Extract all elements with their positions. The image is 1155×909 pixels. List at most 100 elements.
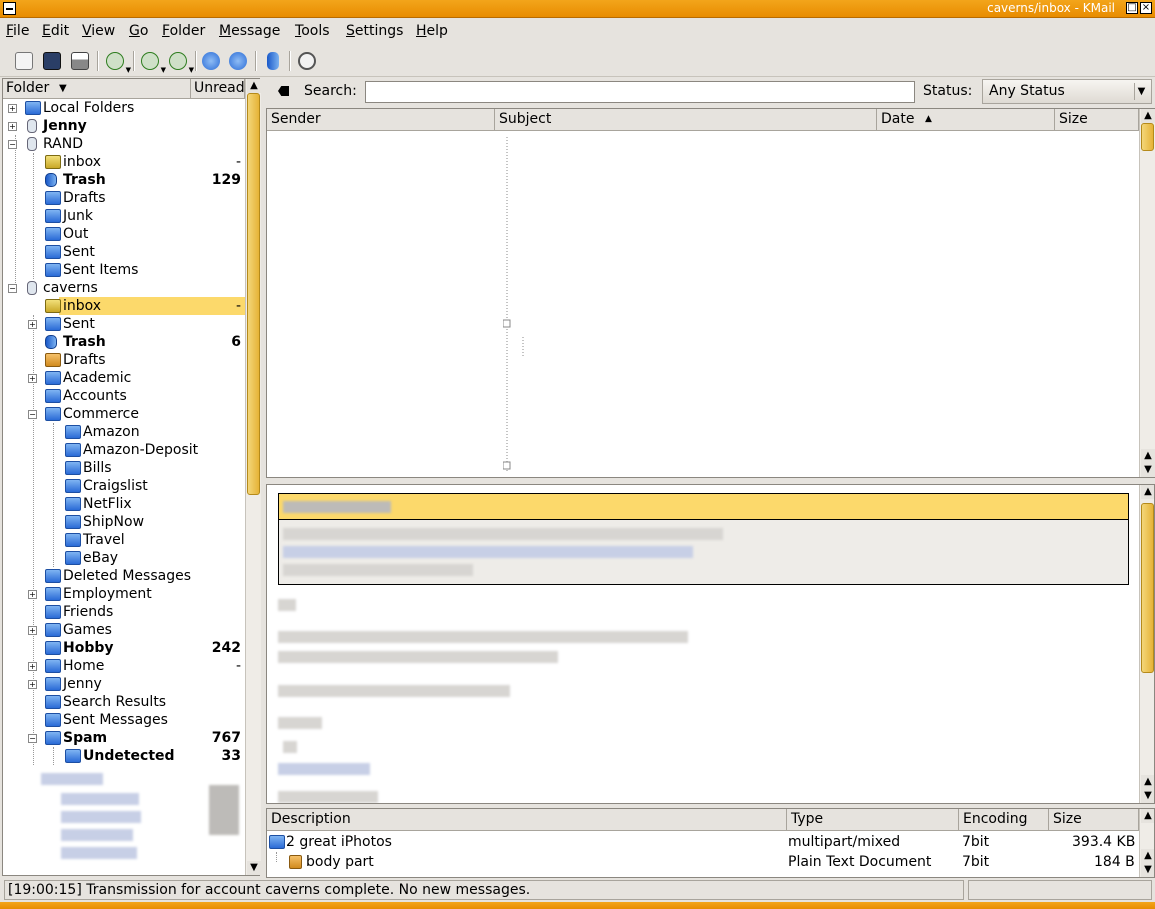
folder-item[interactable]: − RAND [3, 135, 245, 153]
folder-item[interactable]: Sent Items [3, 261, 245, 279]
folder-item[interactable]: Search Results [3, 693, 245, 711]
scroll-down-icon[interactable]: ▼ [1141, 863, 1154, 877]
folder-item[interactable]: Amazon [3, 423, 245, 441]
expand-icon[interactable]: + [28, 374, 37, 383]
collapse-icon[interactable]: − [28, 410, 37, 419]
menu-message[interactable]: Message [219, 23, 280, 39]
expand-icon[interactable]: + [28, 662, 37, 671]
subject-column-header[interactable]: Subject [495, 109, 877, 131]
folder-item[interactable]: Amazon-Deposit [3, 441, 245, 459]
folder-item[interactable]: Friends [3, 603, 245, 621]
reader-scrollbar[interactable]: ▲ ▲ ▼ [1139, 485, 1154, 803]
attachment-scrollbar[interactable]: ▲ ▲ ▼ [1139, 809, 1154, 877]
scroll-up-icon[interactable]: ▲ [1141, 449, 1155, 463]
scroll-up-icon[interactable]: ▲ [1141, 775, 1154, 789]
folder-item[interactable]: eBay [3, 549, 245, 567]
expand-icon[interactable]: + [28, 680, 37, 689]
folder-item[interactable]: Accounts [3, 387, 245, 405]
collapse-icon[interactable]: − [8, 284, 17, 293]
new-message-icon[interactable] [12, 49, 36, 73]
close-icon[interactable]: × [1140, 2, 1152, 14]
description-column-header[interactable]: Description [267, 809, 787, 831]
date-column-header[interactable]: Date ▲ [877, 109, 1055, 131]
unread-column-header[interactable]: Unread [191, 79, 245, 99]
scroll-up-icon[interactable]: ▲ [1141, 809, 1154, 823]
folder-item[interactable]: − Spam 767 [3, 729, 245, 747]
message-list-scrollbar[interactable]: ▲ ▲ ▼ [1139, 109, 1155, 477]
folder-item[interactable]: inbox - [3, 153, 245, 171]
collapse-icon[interactable]: − [8, 140, 17, 149]
folder-item[interactable]: Junk [3, 207, 245, 225]
status-filter-select[interactable]: Any Status ▼ [982, 79, 1152, 104]
next-icon[interactable] [226, 49, 250, 73]
reply-icon[interactable]: ▼ [138, 49, 166, 74]
collapse-icon[interactable]: − [28, 734, 37, 743]
scroll-up-icon[interactable]: ▲ [247, 79, 261, 93]
folder-item[interactable]: Out [3, 225, 245, 243]
folder-item[interactable]: − Commerce [3, 405, 245, 423]
expand-icon[interactable]: + [28, 590, 37, 599]
menu-tools[interactable]: Tools [295, 23, 330, 39]
folder-item[interactable]: − caverns [3, 279, 245, 297]
folder-scrollbar[interactable]: ▲ ▼ [245, 79, 261, 875]
folder-item[interactable]: Drafts [3, 189, 245, 207]
folder-item[interactable]: Hobby 242 [3, 639, 245, 657]
menu-folder[interactable]: Folder [162, 23, 205, 39]
menu-settings[interactable]: Settings [346, 23, 403, 39]
attachment-row[interactable]: 2 great iPhotos multipart/mixed 7bit 393… [267, 832, 1139, 852]
folder-item[interactable]: Trash 129 [3, 171, 245, 189]
folder-item[interactable]: + Jenny [3, 117, 245, 135]
menu-go[interactable]: Go [129, 23, 148, 39]
scroll-down-icon[interactable]: ▼ [1141, 789, 1154, 803]
trash-icon[interactable] [261, 49, 285, 73]
menu-view[interactable]: View [82, 23, 115, 39]
folder-item[interactable]: + Games [3, 621, 245, 639]
attachment-row[interactable]: body part Plain Text Document 7bit 184 B [267, 852, 1139, 872]
scroll-down-icon[interactable]: ▼ [247, 861, 261, 875]
attachment-size-column-header[interactable]: Size [1049, 809, 1139, 831]
expand-icon[interactable]: + [28, 626, 37, 635]
save-icon[interactable] [40, 49, 64, 73]
folder-item[interactable]: + Local Folders [3, 99, 245, 117]
clear-search-icon[interactable] [274, 84, 292, 98]
scroll-up-icon[interactable]: ▲ [1141, 849, 1154, 863]
size-column-header[interactable]: Size [1055, 109, 1139, 131]
scroll-thumb[interactable] [1141, 123, 1154, 151]
scroll-thumb[interactable] [247, 93, 260, 495]
search-input[interactable] [365, 81, 915, 103]
folder-item[interactable]: Deleted Messages [3, 567, 245, 585]
folder-item[interactable]: + Employment [3, 585, 245, 603]
menu-file[interactable]: File [6, 23, 29, 39]
folder-item[interactable]: Drafts [3, 351, 245, 369]
folder-item[interactable]: Trash 6 [3, 333, 245, 351]
forward-icon[interactable]: ▼ [166, 49, 194, 74]
sender-column-header[interactable]: Sender [267, 109, 495, 131]
folder-item[interactable]: Travel [3, 531, 245, 549]
folder-column-header[interactable]: Folder ▼ [3, 79, 191, 99]
scroll-thumb[interactable] [1141, 503, 1154, 673]
folder-item[interactable]: inbox - [45, 297, 245, 315]
folder-item[interactable]: NetFlix [3, 495, 245, 513]
previous-icon[interactable] [199, 49, 223, 73]
folder-item[interactable]: + Academic [3, 369, 245, 387]
find-icon[interactable] [295, 49, 319, 73]
folder-item[interactable]: + Sent [3, 315, 245, 333]
expand-icon[interactable]: + [8, 122, 17, 131]
scroll-up-icon[interactable]: ▲ [1141, 109, 1155, 123]
scroll-up-icon[interactable]: ▲ [1141, 485, 1154, 499]
folder-item[interactable]: Undetected 33 [3, 747, 245, 765]
menu-help[interactable]: Help [416, 23, 448, 39]
scroll-down-icon[interactable]: ▼ [1141, 463, 1155, 477]
type-column-header[interactable]: Type [787, 809, 959, 831]
folder-item[interactable]: Sent [3, 243, 245, 261]
encoding-column-header[interactable]: Encoding [959, 809, 1049, 831]
title-bar[interactable]: caverns/inbox - KMail □ × [0, 0, 1155, 18]
print-icon[interactable] [68, 49, 92, 73]
expand-icon[interactable]: + [28, 320, 37, 329]
window-menu-icon[interactable] [3, 2, 16, 15]
folder-item[interactable]: Craigslist [3, 477, 245, 495]
folder-item[interactable]: + Home - [3, 657, 245, 675]
expand-icon[interactable]: + [8, 104, 17, 113]
folder-item[interactable]: Sent Messages [3, 711, 245, 729]
folder-item[interactable]: ShipNow [3, 513, 245, 531]
